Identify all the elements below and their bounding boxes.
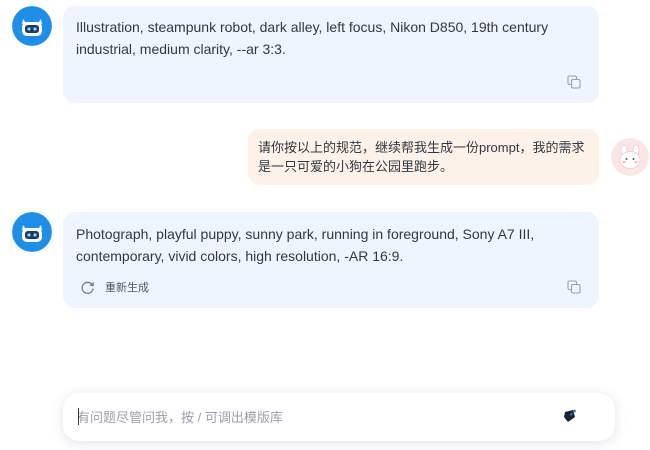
refresh-icon xyxy=(80,280,95,295)
text-caret xyxy=(78,408,79,425)
bot-avatar xyxy=(12,212,52,252)
bot-message: Illustration, steampunk robot, dark alle… xyxy=(63,6,599,103)
regenerate-button[interactable]: 重新生成 xyxy=(80,279,149,295)
message-text-line: Illustration, steampunk robot, dark alle… xyxy=(76,19,549,35)
chat-input[interactable] xyxy=(77,405,547,429)
message-text-line: 请你按以上的规范，继续帮我生成一份prompt，我的需求 xyxy=(258,140,585,155)
message-text-line: contemporary, vivid colors, high resolut… xyxy=(76,248,404,264)
message-text-line: Photograph, playful puppy, sunny park, r… xyxy=(76,226,535,242)
user-avatar xyxy=(611,138,649,176)
user-message: 请你按以上的规范，继续帮我生成一份prompt，我的需求 是一只可爱的小狗在公园… xyxy=(248,129,599,185)
message-text-line: industrial, medium clarity, --ar 3:3. xyxy=(76,41,286,57)
regenerate-label: 重新生成 xyxy=(105,282,149,294)
bot-avatar xyxy=(12,6,52,46)
message-text-line: 是一只可爱的小狗在公园里跑步。 xyxy=(258,159,454,174)
copy-icon[interactable] xyxy=(567,280,581,294)
chat-input-bar xyxy=(63,393,615,441)
copy-icon[interactable] xyxy=(567,75,581,89)
send-icon[interactable] xyxy=(562,408,578,424)
